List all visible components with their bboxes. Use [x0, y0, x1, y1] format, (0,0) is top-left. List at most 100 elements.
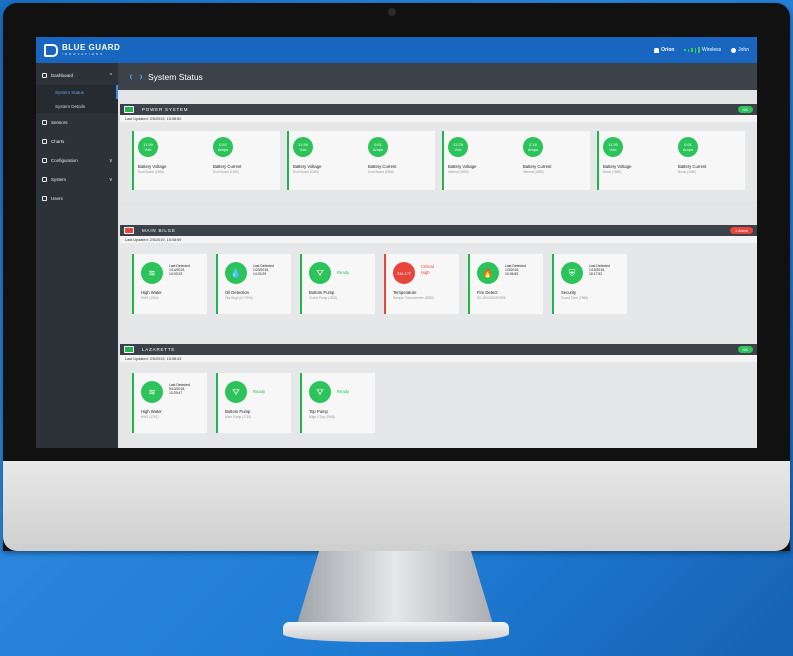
- shield-icon: ⛨: [568, 267, 576, 278]
- gauge-unit: Amps: [682, 147, 694, 152]
- card-label: Temperature: [393, 290, 417, 295]
- sidebar: Dashboard ^ System Status System Details …: [36, 63, 118, 448]
- sidebar-subitem-system-status[interactable]: System Status: [36, 85, 118, 99]
- card-source: Sample Thermometer (8380): [393, 296, 434, 300]
- card-source: SD-1900000097908: [477, 296, 506, 300]
- vessel-selector[interactable]: Orion: [654, 47, 674, 53]
- user-menu[interactable]: John: [731, 47, 749, 53]
- last-detected-time: 10:06:59: [505, 272, 519, 276]
- sidebar-item-configuration[interactable]: Configuration v: [36, 151, 118, 170]
- sidebar-item-charts[interactable]: Charts: [36, 132, 118, 151]
- chevron-down-icon: v: [109, 176, 113, 183]
- card-source: Oily Bilge (IO 7990): [225, 296, 253, 300]
- last-detected-time: 13:29:47: [169, 391, 183, 395]
- page-header: System Status: [118, 63, 757, 90]
- critical-label: High: [421, 270, 430, 275]
- voltage-gauge: 11.99 Vdc: [293, 137, 313, 157]
- droplets-icon: 💧: [230, 267, 242, 278]
- power-card[interactable]: 11.95 Vdc 0.61 Amps Battery Voltage Boost (15…: [597, 131, 745, 190]
- sensor-card[interactable]: ⛛ Ready Top Pump Bilge 2 Top (7968): [300, 373, 375, 433]
- gauge-unit: Amps: [217, 147, 229, 152]
- sidebar-item-label: Sensors: [51, 120, 68, 125]
- panel-header[interactable]: MAIN BILGE 1 Alarm: [120, 225, 757, 236]
- panel-header[interactable]: LAZARETTE OK: [120, 344, 757, 355]
- power-card[interactable]: 11.99 Vdc 0.62 Amps Battery Voltage Dual Boar…: [132, 131, 280, 190]
- card-label: High Water: [141, 290, 162, 295]
- sensor-card[interactable]: ⛨ Last Detected 1/19/2019, 18:17:52 Security…: [552, 254, 627, 314]
- sensors-icon: [42, 120, 47, 125]
- panel-header[interactable]: POWER SYSTEM OK: [120, 104, 757, 115]
- card-label: Battery Current: [368, 164, 397, 169]
- ready-status: Ready: [253, 389, 266, 394]
- sensor-icon-circle: ⛛: [225, 381, 247, 403]
- brand-logo[interactable]: BLUE GUARD INNOVATIONS: [44, 43, 121, 57]
- status-badge: OK: [737, 346, 753, 353]
- card-label: Bottom Pump: [309, 290, 335, 295]
- chevron-up-icon: ^: [109, 72, 112, 79]
- sidebar-subitem-system-details[interactable]: System Details: [36, 99, 118, 113]
- monitor-base: [283, 622, 509, 642]
- main-content: System Status POWER SYSTEM OK Last Updat…: [118, 63, 757, 448]
- current-gauge: 2.16 Amps: [523, 137, 543, 157]
- sensor-card[interactable]: 🔥 Last Detected 1/3/2019, 10:06:59 Fire Dete…: [468, 254, 543, 314]
- current-gauge: 0.61 Amps: [368, 137, 388, 157]
- current-gauge: 0.62 Amps: [213, 137, 233, 157]
- sensor-card[interactable]: ≋ Last Detected 1/14/2019, 14:03:23 High Wat…: [132, 254, 207, 314]
- connection-label: Wireless: [701, 47, 722, 53]
- power-card[interactable]: 13.29 Vdc 2.16 Amps Battery Voltage Internal …: [442, 131, 590, 190]
- connection-status[interactable]: Wireless: [684, 47, 721, 53]
- panel-lazarette: LAZARETTE OK Last Updated: 2/5/2019, 15:…: [120, 344, 757, 448]
- card-label: Bottom Pump: [225, 409, 251, 414]
- card-label: High Water: [141, 409, 162, 414]
- users-icon: [42, 196, 47, 201]
- sidebar-item-sensors[interactable]: Sensors: [36, 113, 118, 132]
- sidebar-item-label: Configuration: [51, 158, 78, 163]
- power-card[interactable]: 11.99 Vdc 0.61 Amps Battery Voltage Dual Boar…: [287, 131, 435, 190]
- sidebar-item-label: Charts: [51, 139, 65, 144]
- sidebar-item-label: Users: [51, 196, 63, 201]
- last-updated: Last Updated: 2/5/2019, 15:08:43: [120, 355, 757, 362]
- panel-power-system: POWER SYSTEM OK Last Updated: 2/5/2019, …: [120, 104, 757, 201]
- last-updated: Last Updated: 2/5/2019, 15:08:59: [120, 236, 757, 243]
- panel-title: LAZARETTE: [142, 347, 176, 352]
- card-label: Security: [561, 290, 577, 295]
- card-source: Dual Board (1560): [293, 170, 320, 174]
- voltage-gauge: 11.95 Vdc: [603, 137, 623, 157]
- charts-icon: [42, 139, 47, 144]
- vessel-name: Orion: [661, 47, 675, 53]
- bilge-icon: [124, 346, 134, 353]
- brand-name: BLUE GUARD: [62, 43, 121, 52]
- alarm-badge[interactable]: 1 Alarm: [730, 227, 753, 234]
- sidebar-item-label: Dashboard: [51, 73, 74, 78]
- broadcast-icon: [130, 72, 142, 81]
- last-updated: Last Updated: 2/5/2019, 15:08:50: [120, 115, 757, 122]
- app-screen: BLUE GUARD INNOVATIONS Orion Wireless Jo…: [36, 37, 757, 448]
- brand-subtitle: INNOVATIONS: [62, 52, 105, 56]
- panel-title: POWER SYSTEM: [142, 107, 189, 112]
- gauge-unit: Amps: [527, 147, 539, 152]
- sensor-card[interactable]: 234.1°F Critical High Temperature Sample The…: [384, 254, 459, 314]
- user-name: John: [738, 47, 749, 53]
- sidebar-item-dashboard[interactable]: Dashboard ^: [36, 66, 118, 85]
- current-gauge: 0.61 Amps: [678, 137, 698, 157]
- sensor-icon-circle: ⛛: [309, 262, 331, 284]
- card-source: Bilge 2 Top (7968): [309, 415, 335, 419]
- chevron-down-icon: v: [109, 157, 113, 164]
- ready-status: Ready: [337, 270, 350, 275]
- monitor-camera: [388, 8, 396, 16]
- last-detected-time: 14:03:23: [169, 272, 183, 276]
- ready-status: Ready: [337, 389, 350, 394]
- waves-icon: ≋: [148, 267, 156, 278]
- card-source: HWS (1791): [141, 415, 159, 419]
- gauge-unit: Amps: [372, 147, 384, 152]
- sensor-card[interactable]: ≋ Last Detected 9/10/2018, 13:29:47 High Wat…: [132, 373, 207, 433]
- sensor-card[interactable]: ⛛ Ready Bottom Pump Clutch Pump (1532): [300, 254, 375, 314]
- sensor-card[interactable]: ⛛ Ready Bottom Pump Main Pump (1791): [216, 373, 291, 433]
- user-icon: [731, 47, 737, 53]
- critical-label: Critical: [421, 264, 434, 269]
- sidebar-item-system[interactable]: System v: [36, 170, 118, 189]
- sidebar-item-users[interactable]: Users: [36, 189, 118, 208]
- sensor-card[interactable]: 💧 Last Detected 1/23/2019, 14:03:29 Oil Dete…: [216, 254, 291, 314]
- gauge-value: 234.1°F: [396, 270, 412, 276]
- card-source: Boost (1580): [603, 170, 622, 174]
